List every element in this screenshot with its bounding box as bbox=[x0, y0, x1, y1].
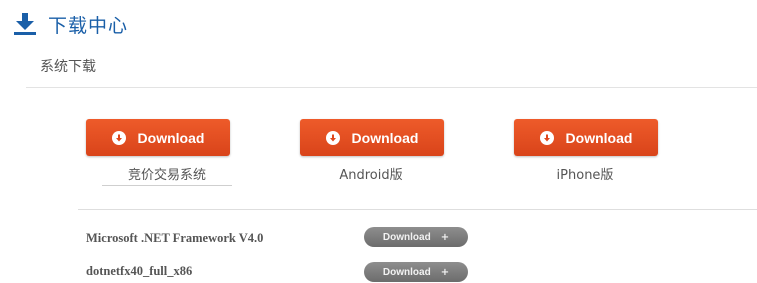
download-button-label: Download bbox=[351, 129, 419, 146]
file-name-dotnet-framework: Microsoft .NET Framework V4.0 bbox=[86, 231, 264, 245]
download-button-label: Download bbox=[137, 129, 205, 146]
download-button-iphone[interactable]: Download bbox=[514, 119, 658, 156]
download-circle-icon bbox=[325, 130, 340, 145]
download-circle-icon bbox=[111, 130, 126, 145]
download-button-dotnetfx40[interactable]: Download + bbox=[364, 262, 468, 282]
download-caption-trading-system: 竞价交易系统 bbox=[102, 164, 232, 186]
plus-icon: + bbox=[440, 231, 450, 243]
download-button-label: Download bbox=[565, 129, 633, 146]
download-button-dotnet-framework[interactable]: Download + bbox=[364, 227, 468, 247]
page-header: 下载中心 bbox=[12, 9, 128, 39]
small-download-label: Download bbox=[382, 231, 431, 243]
download-icon bbox=[12, 11, 38, 37]
section-subtitle: 系统下载 bbox=[40, 59, 96, 75]
plus-icon: + bbox=[440, 266, 450, 278]
download-button-android[interactable]: Download bbox=[300, 119, 444, 156]
download-caption-android: Android版 bbox=[339, 168, 403, 183]
small-download-label: Download bbox=[382, 266, 431, 278]
section-divider bbox=[78, 209, 757, 210]
file-name-dotnetfx40: dotnetfx40_full_x86 bbox=[86, 264, 193, 278]
page-title: 下载中心 bbox=[48, 14, 129, 37]
download-caption-iphone: iPhone版 bbox=[556, 168, 614, 183]
header-divider bbox=[26, 87, 757, 88]
download-button-trading-system[interactable]: Download bbox=[86, 119, 230, 156]
download-circle-icon bbox=[539, 130, 554, 145]
